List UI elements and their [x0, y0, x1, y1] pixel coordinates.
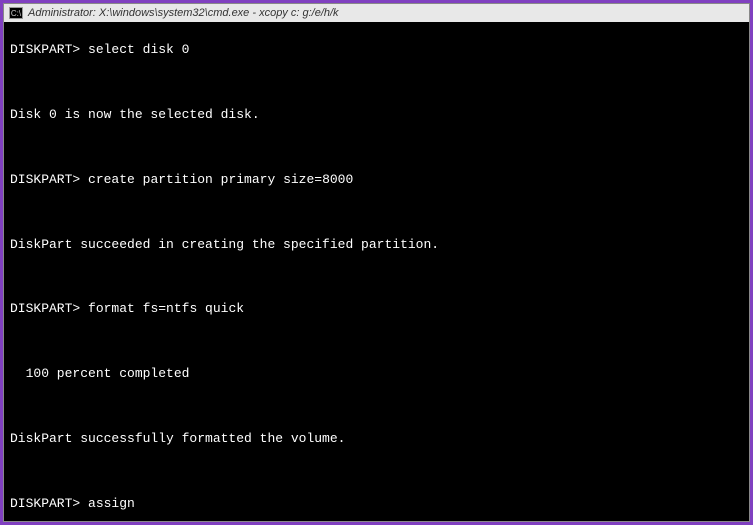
prompt-line: DISKPART> create partition primary size=…: [10, 172, 743, 188]
window-title: Administrator: X:\windows\system32\cmd.e…: [28, 7, 339, 19]
cmd-icon: C:\: [9, 7, 23, 19]
response-text: 100 percent completed: [10, 366, 743, 382]
cmd-window: C:\ Administrator: X:\windows\system32\c…: [3, 3, 750, 522]
prompt-line: DISKPART> format fs=ntfs quick: [10, 301, 743, 317]
terminal-output[interactable]: DISKPART> select disk 0 Disk 0 is now th…: [4, 22, 749, 521]
response-text: DiskPart successfully formatted the volu…: [10, 431, 743, 447]
prompt-line: DISKPART> select disk 0: [10, 42, 743, 58]
response-text: DiskPart succeeded in creating the speci…: [10, 237, 743, 253]
prompt-line: DISKPART> assign: [10, 496, 743, 512]
titlebar[interactable]: C:\ Administrator: X:\windows\system32\c…: [4, 4, 749, 22]
response-text: Disk 0 is now the selected disk.: [10, 107, 743, 123]
